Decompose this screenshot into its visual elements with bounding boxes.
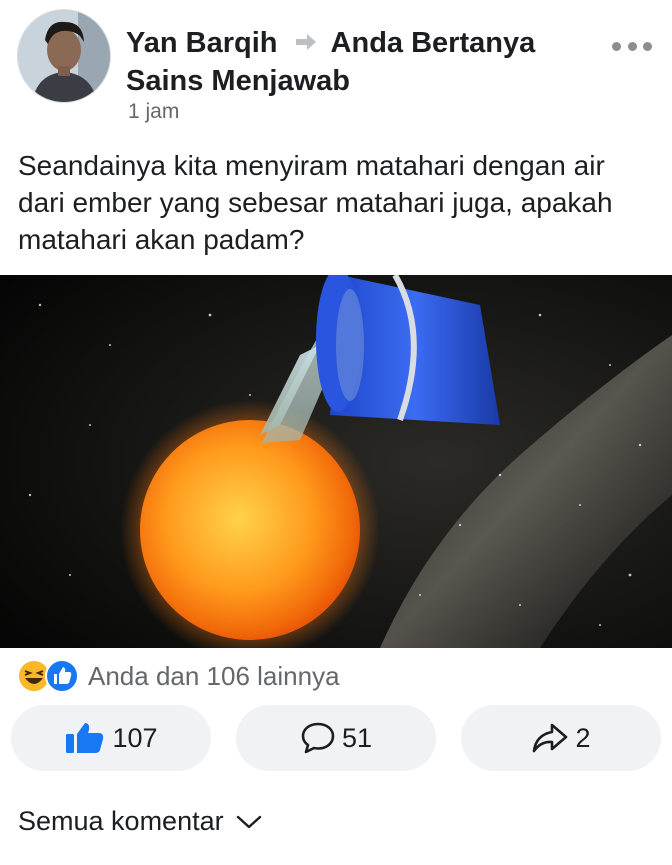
like-thumb-icon	[66, 723, 104, 753]
reaction-summary-text: Anda dan 106 lainnya	[88, 660, 340, 691]
comment-button[interactable]: 51	[236, 705, 436, 771]
reaction-icons	[16, 658, 80, 694]
like-button[interactable]: 107	[11, 705, 211, 771]
post-image[interactable]	[0, 268, 672, 660]
comment-count: 51	[341, 722, 373, 753]
post-title: Yan Barqih Anda Bertanya Sains Menjawab	[126, 24, 606, 100]
comments-filter-dropdown[interactable]: Semua komentar	[18, 806, 262, 837]
share-button[interactable]: 2	[461, 705, 661, 771]
post-text: Seandainya kita menyiram matahari dengan…	[18, 150, 613, 255]
chevron-down-icon	[236, 815, 261, 828]
post-header: Yan Barqih Anda Bertanya Sains Menjawab …	[0, 0, 672, 140]
reactions-summary[interactable]: Anda dan 106 lainnya	[16, 656, 340, 696]
post-timestamp[interactable]: 1 jam	[128, 100, 179, 124]
share-count: 2	[575, 722, 591, 753]
comment-bubble-icon	[301, 722, 335, 754]
sun-bucket-image	[0, 268, 672, 660]
comments-filter-label: Semua komentar	[18, 806, 224, 836]
more-options-icon[interactable]	[612, 38, 652, 54]
action-bar: 107 51 2	[11, 705, 661, 771]
author-name[interactable]: Yan Barqih	[126, 27, 278, 59]
like-reaction-icon	[45, 659, 79, 693]
avatar[interactable]	[17, 9, 111, 103]
share-icon	[533, 723, 568, 753]
like-count: 107	[112, 722, 158, 753]
avatar-image	[18, 10, 110, 102]
share-arrow-icon	[295, 34, 316, 51]
